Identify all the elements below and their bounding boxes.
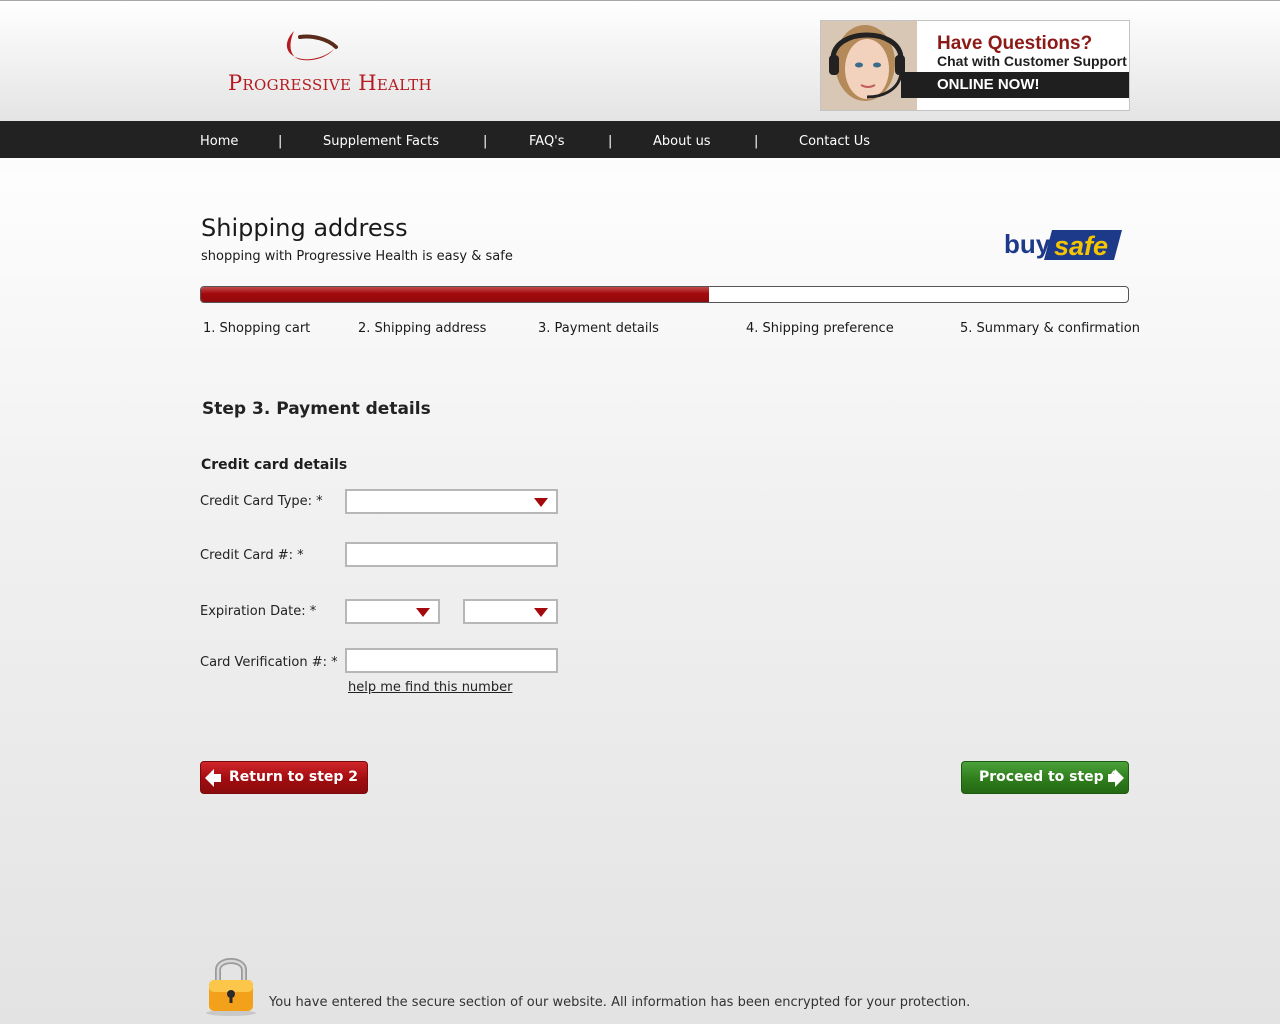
dropdown-arrow-icon: [534, 498, 548, 507]
card-number-label: Credit Card #: *: [200, 548, 304, 563]
card-verification-input[interactable]: [345, 648, 558, 673]
return-to-step-2-button[interactable]: Return to step 2: [200, 761, 368, 794]
cvv-help-link[interactable]: help me find this number: [348, 680, 512, 695]
nav-separator: |: [754, 134, 759, 149]
chat-banner-subtitle: Chat with Customer Support: [937, 53, 1127, 69]
main-navigation: Home | Supplement Facts | FAQ's | About …: [0, 121, 1280, 158]
nav-about-us[interactable]: About us: [653, 121, 711, 158]
page-subtitle: shopping with Progressive Health is easy…: [201, 249, 513, 264]
security-message: You have entered the secure section of o…: [269, 995, 971, 1010]
arrow-right-icon: [1108, 769, 1124, 787]
step-summary-confirmation: 5. Summary & confirmation: [960, 321, 1140, 336]
nav-home[interactable]: Home: [200, 121, 238, 158]
page-title: Shipping address: [201, 214, 408, 242]
chat-online-status: ONLINE NOW!: [901, 72, 1129, 98]
brand-logo[interactable]: Progressive Health: [228, 27, 432, 99]
expiration-year-select[interactable]: [463, 599, 558, 624]
nav-separator: |: [278, 134, 283, 149]
expiration-date-label: Expiration Date: *: [200, 604, 317, 619]
buysafe-buy-text: buy: [1004, 229, 1051, 259]
nav-supplement-facts[interactable]: Supplement Facts: [323, 121, 439, 158]
brand-name: Progressive Health: [228, 71, 432, 95]
card-type-select[interactable]: [345, 489, 558, 514]
dropdown-arrow-icon: [416, 608, 430, 617]
progress-fill: [201, 287, 709, 302]
nav-separator: |: [608, 134, 613, 149]
step-shipping-address: 2. Shipping address: [358, 321, 487, 336]
site-header: Progressive Health Have Questions? Chat …: [0, 1, 1280, 121]
step-payment-details: 3. Payment details: [538, 321, 659, 336]
card-number-input[interactable]: [345, 542, 558, 567]
step-shipping-preference: 4. Shipping preference: [746, 321, 894, 336]
buysafe-badge[interactable]: buy safe: [1004, 226, 1124, 264]
credit-card-heading: Credit card details: [201, 457, 348, 473]
checkout-progress-bar: [200, 286, 1129, 303]
arrow-left-icon: [205, 769, 221, 787]
card-type-label: Credit Card Type: *: [200, 494, 323, 509]
padlock-icon: [206, 958, 256, 1016]
dropdown-arrow-icon: [534, 608, 548, 617]
card-verification-label: Card Verification #: *: [200, 655, 338, 670]
proceed-button-label: Proceed to step 4: [979, 769, 1119, 785]
nav-contact-us[interactable]: Contact Us: [799, 121, 870, 158]
swoosh-logo-icon: [286, 31, 338, 61]
step-shopping-cart: 1. Shopping cart: [203, 321, 311, 336]
live-chat-banner[interactable]: Have Questions? Chat with Customer Suppo…: [820, 20, 1130, 111]
expiration-month-select[interactable]: [345, 599, 440, 624]
chat-banner-title: Have Questions?: [937, 33, 1093, 54]
nav-separator: |: [483, 134, 488, 149]
return-button-label: Return to step 2: [229, 769, 359, 785]
section-title: Step 3. Payment details: [202, 399, 431, 419]
nav-faqs[interactable]: FAQ's: [529, 121, 565, 158]
proceed-to-step-4-button[interactable]: Proceed to step 4: [961, 761, 1129, 794]
buysafe-safe-text: safe: [1054, 231, 1108, 261]
